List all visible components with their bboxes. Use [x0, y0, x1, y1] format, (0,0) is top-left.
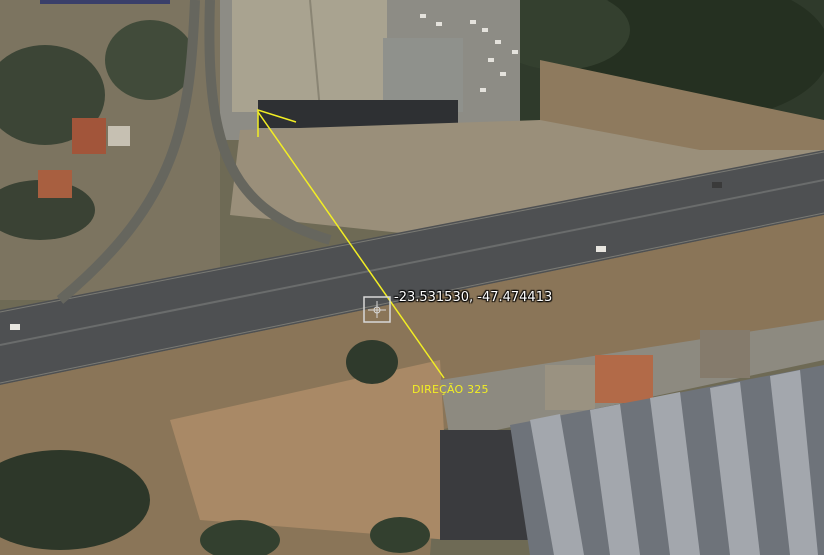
house-roof [38, 170, 72, 198]
vehicle [712, 182, 722, 188]
vehicle [10, 324, 20, 330]
tree [346, 340, 398, 384]
house-roof [72, 118, 106, 154]
satellite-map[interactable] [0, 0, 824, 555]
vehicle [596, 246, 606, 252]
map-top-strip [40, 0, 170, 4]
house-roof [108, 126, 130, 146]
tree-cluster [370, 517, 430, 553]
coordinate-label: -23.531530, -47.474413 [394, 290, 553, 305]
direction-label: DIREÇÃO 325 [412, 383, 489, 396]
small-roof [700, 330, 750, 378]
small-roof [595, 355, 653, 403]
tree-cluster [105, 20, 195, 100]
small-roof [545, 365, 595, 410]
warehouse-roof [232, 0, 387, 112]
